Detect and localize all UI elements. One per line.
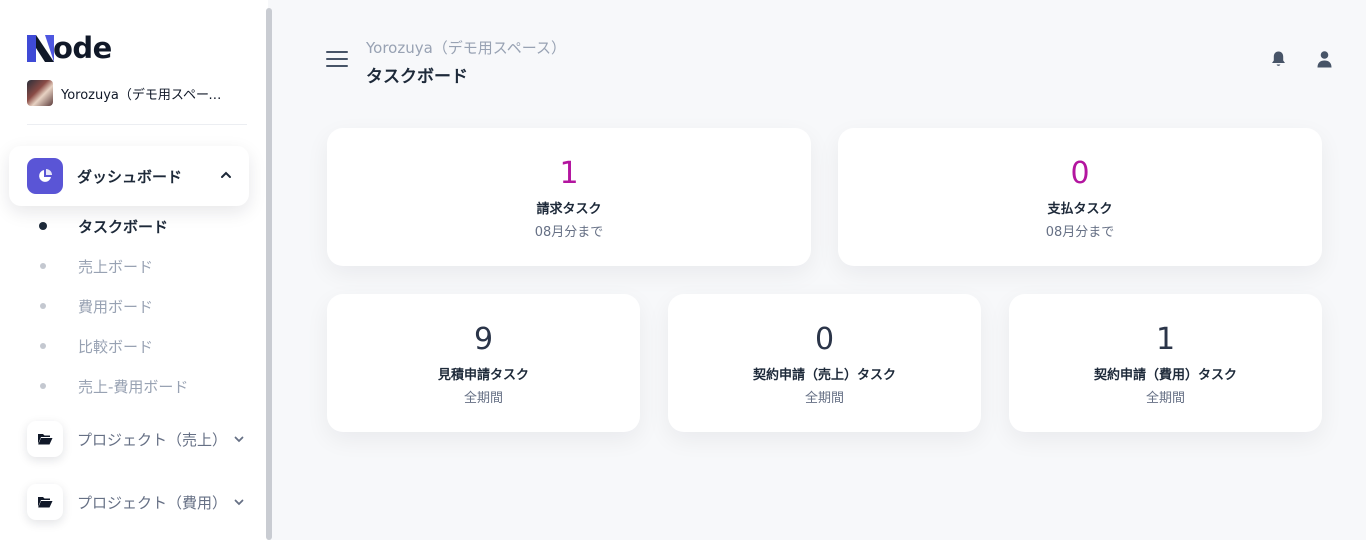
- bullet-icon: [40, 303, 46, 309]
- card-title: 請求タスク: [536, 202, 602, 217]
- card-title: 支払タスク: [1047, 202, 1113, 217]
- bullet-icon: [40, 343, 46, 349]
- sidebar-item-sales-cost-board[interactable]: 売上-費用ボード: [40, 376, 188, 396]
- chevron-down-icon[interactable]: [233, 433, 245, 445]
- card-period: 全期間: [804, 391, 844, 406]
- sidebar-item-compare-board[interactable]: 比較ボード: [40, 336, 153, 356]
- folder-icon-box: [27, 421, 63, 457]
- card-period: 全期間: [463, 391, 503, 406]
- card-count: 1: [1155, 322, 1176, 357]
- nav-group-label: プロジェクト（費用）: [77, 493, 228, 512]
- folder-open-icon: [38, 434, 53, 445]
- nav-item-dashboard[interactable]: ダッシュボード: [9, 146, 249, 206]
- card-title: 契約申請（売上）タスク: [752, 368, 896, 383]
- card-contract-cost-tasks[interactable]: 1 契約申請（費用）タスク 全期間: [1009, 294, 1322, 432]
- card-title: 見積申請タスク: [437, 368, 529, 383]
- card-count: 0: [1070, 156, 1090, 191]
- sidebar-item-cost-board[interactable]: 費用ボード: [40, 296, 153, 316]
- bullet-icon: [40, 263, 46, 269]
- sidebar-item-label: タスクボード: [78, 217, 169, 236]
- sidebar: ode Yorozuya（デモ用スペース） ダッシュボード タスクボード 売上ボ…: [0, 0, 268, 540]
- dashboard-icon-box: [27, 158, 63, 194]
- menu-icon[interactable]: [326, 51, 348, 69]
- nav-group-label: プロジェクト（売上）: [77, 430, 228, 449]
- card-contract-sales-tasks[interactable]: 0 契約申請（売上）タスク 全期間: [668, 294, 981, 432]
- sidebar-item-label: 売上ボード: [78, 257, 154, 276]
- pie-chart-icon: [39, 169, 52, 182]
- card-count: 1: [559, 156, 579, 191]
- folder-icon-box: [27, 484, 63, 520]
- nav-group-project-cost[interactable]: プロジェクト（費用）: [27, 484, 245, 520]
- logo-mark-icon: [27, 34, 54, 62]
- page-title: タスクボード: [366, 67, 468, 87]
- card-count: 9: [473, 322, 494, 357]
- card-period: 08月分まで: [534, 225, 604, 240]
- logo-text: ode: [53, 31, 112, 65]
- sidebar-divider: [27, 124, 247, 125]
- workspace-switcher[interactable]: Yorozuya（デモ用スペース）: [27, 80, 226, 106]
- card-payment-tasks[interactable]: 0 支払タスク 08月分まで: [838, 128, 1322, 266]
- bell-icon[interactable]: [1270, 50, 1287, 68]
- card-title: 契約申請（費用）タスク: [1093, 368, 1237, 383]
- chevron-down-icon[interactable]: [233, 496, 245, 508]
- card-period: 全期間: [1145, 391, 1185, 406]
- sidebar-item-label: 比較ボード: [78, 337, 154, 356]
- user-icon[interactable]: [1316, 50, 1333, 68]
- folder-open-icon: [38, 497, 53, 508]
- workspace-avatar: [27, 80, 53, 106]
- sidebar-item-task-board[interactable]: タスクボード: [39, 216, 169, 236]
- card-period: 08月分まで: [1045, 225, 1115, 240]
- nav-group-project-sales[interactable]: プロジェクト（売上）: [27, 421, 245, 457]
- card-count: 0: [814, 322, 835, 357]
- nav-item-dashboard-label: ダッシュボード: [77, 167, 183, 186]
- sidebar-item-label: 売上-費用ボード: [78, 377, 189, 396]
- card-invoice-tasks[interactable]: 1 請求タスク 08月分まで: [327, 128, 811, 266]
- logo[interactable]: ode: [27, 31, 112, 65]
- sidebar-item-sales-board[interactable]: 売上ボード: [40, 256, 153, 276]
- bullet-icon: [40, 383, 46, 389]
- card-estimate-request-tasks[interactable]: 9 見積申請タスク 全期間: [327, 294, 640, 432]
- chevron-up-icon[interactable]: [219, 168, 233, 182]
- bullet-icon: [39, 222, 47, 230]
- breadcrumb[interactable]: Yorozuya（デモ用スペース）: [366, 37, 566, 58]
- sidebar-scrollbar[interactable]: [266, 8, 272, 540]
- sidebar-item-label: 費用ボード: [78, 297, 154, 316]
- workspace-name: Yorozuya（デモ用スペース）: [61, 87, 226, 103]
